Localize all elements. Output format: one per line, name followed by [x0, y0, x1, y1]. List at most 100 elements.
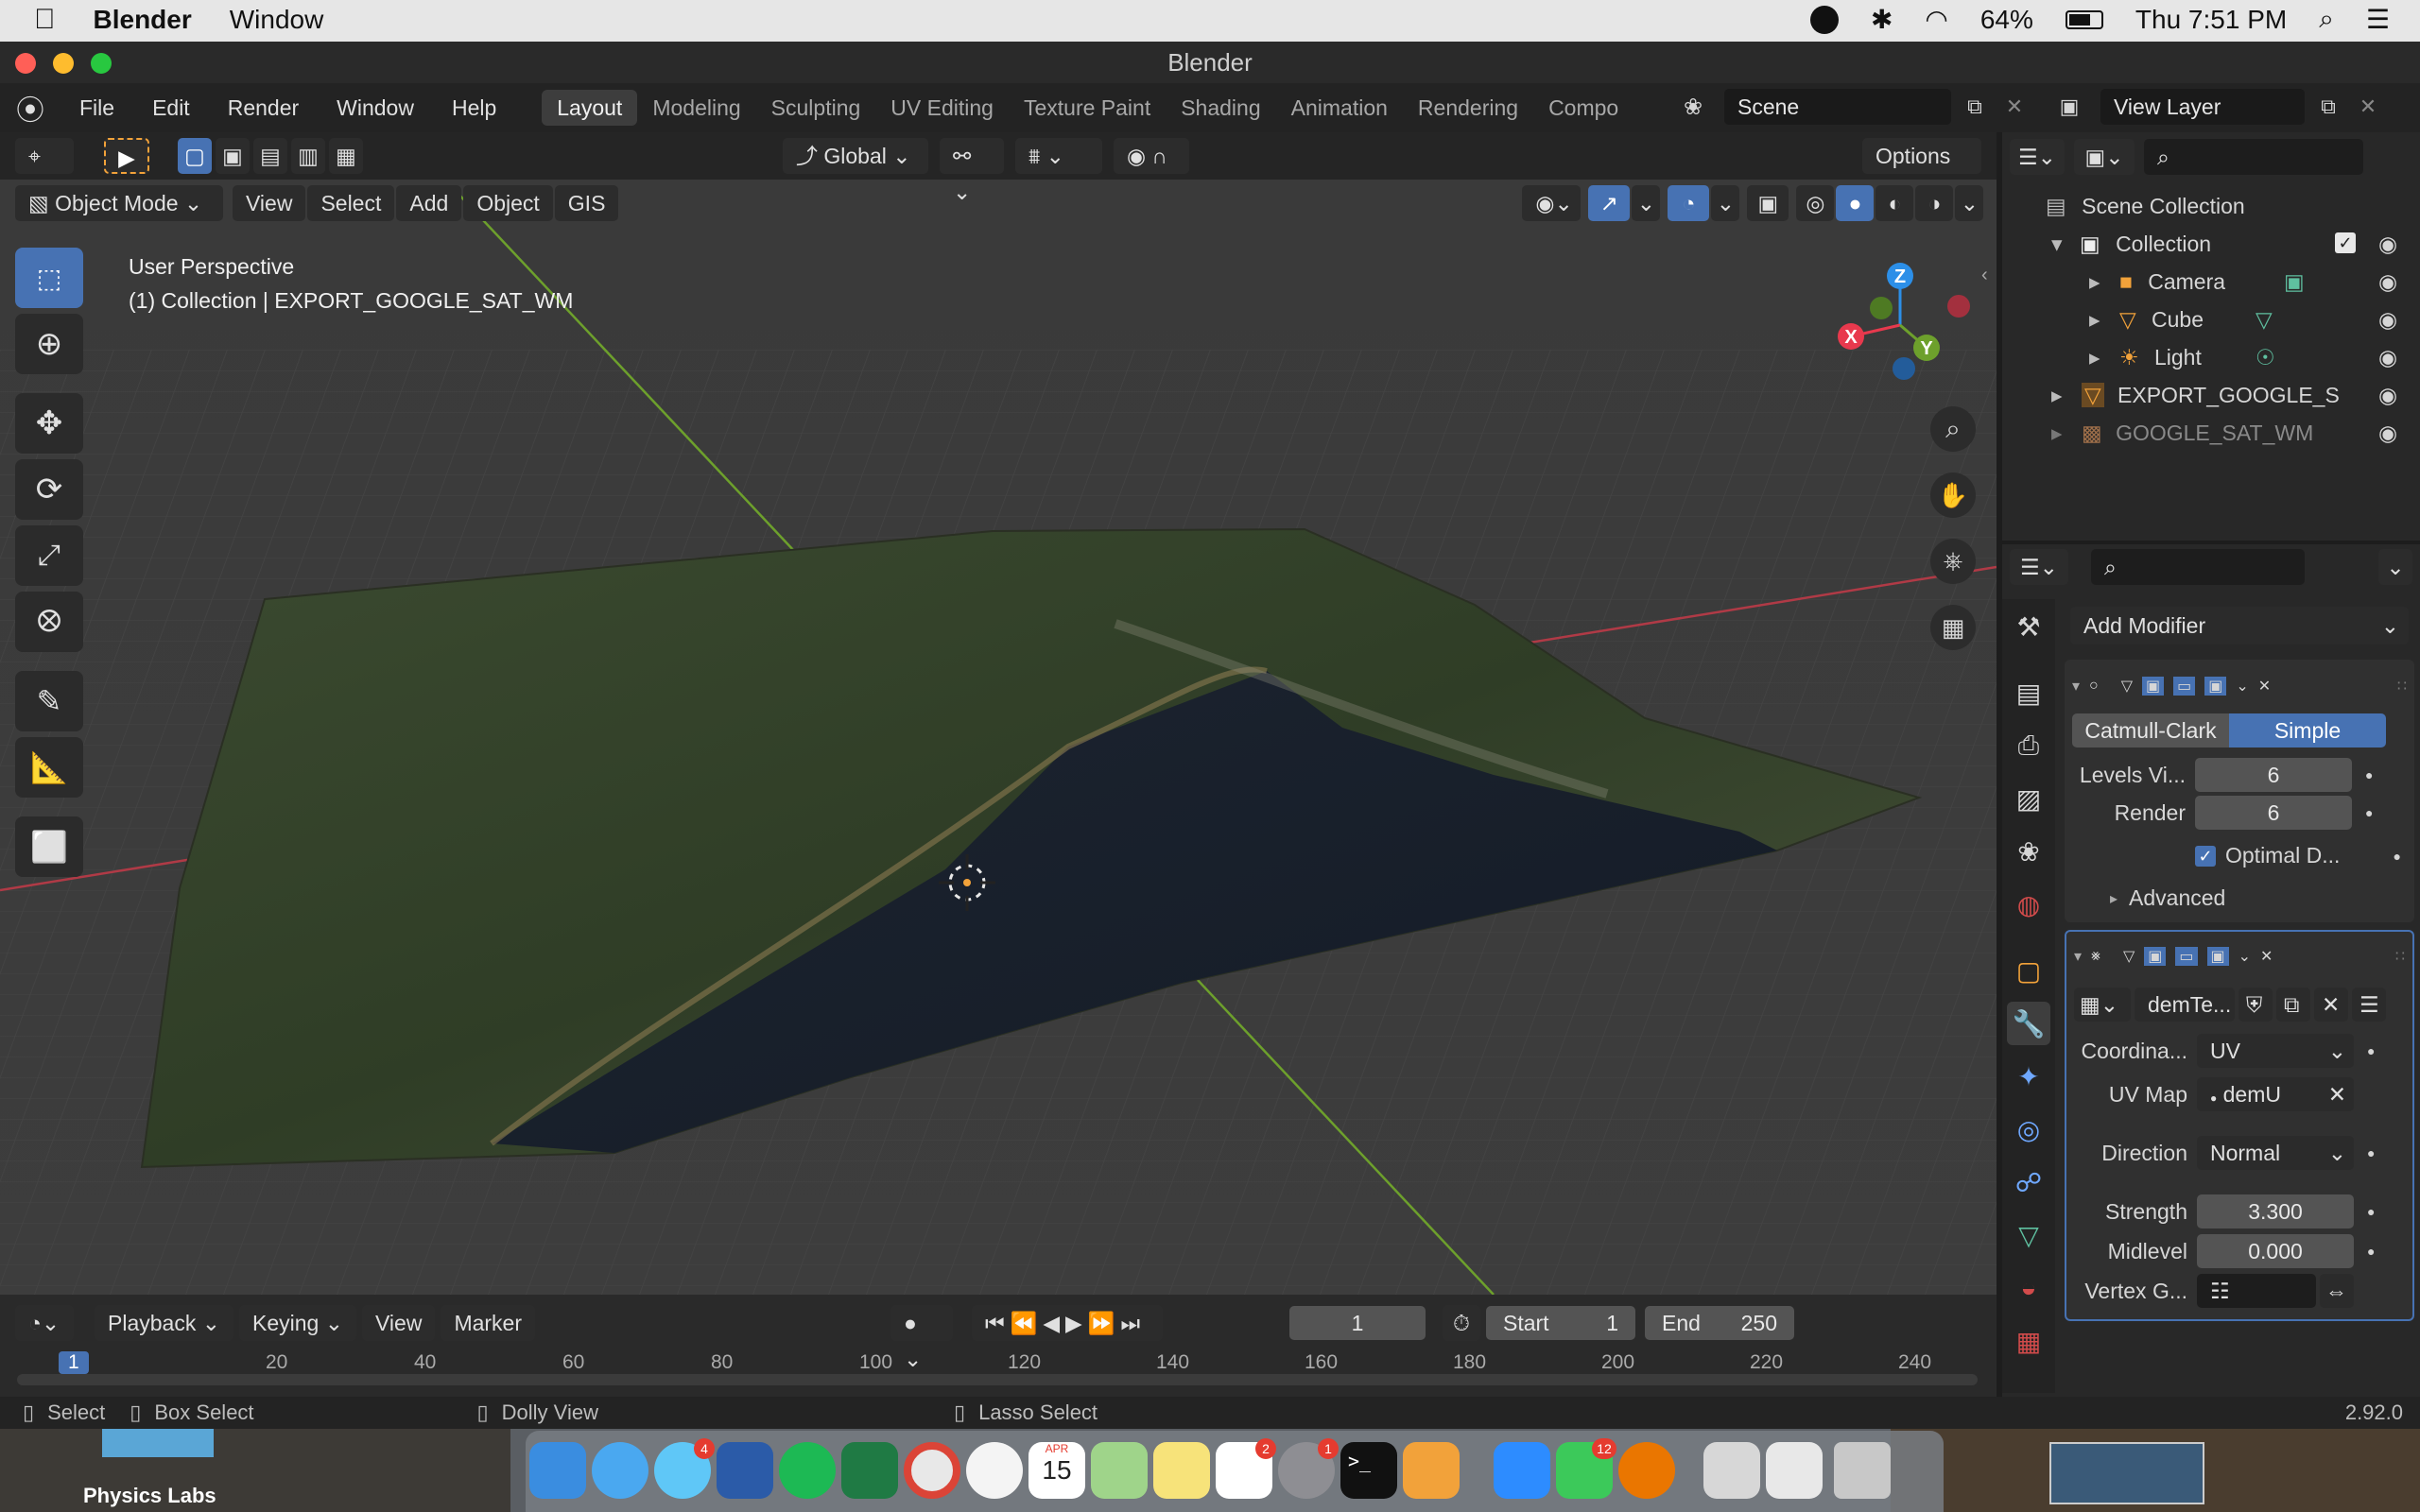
menu-select[interactable]: Select [307, 185, 395, 221]
excel-icon[interactable] [841, 1442, 898, 1499]
expand-arrow-icon[interactable]: ▸ [2051, 383, 2063, 407]
modifier-menu-icon[interactable]: ⌄ [2238, 947, 2251, 966]
eye-icon[interactable]: ◉ [2378, 263, 2397, 301]
object-tab-icon[interactable]: ▢ [2007, 949, 2050, 992]
blender-logo-icon[interactable]: ⦿ [0, 87, 60, 129]
playback-controls[interactable]: ⏮⏪◀▶⏩⏭ [972, 1305, 1163, 1341]
mac-menu-window[interactable]: Window [230, 5, 324, 35]
word-icon[interactable] [717, 1442, 773, 1499]
mac-app-name[interactable]: Blender [94, 5, 192, 35]
timeline-scrollbar[interactable] [17, 1374, 1978, 1385]
apple-icon[interactable]:  [34, 4, 56, 36]
modifier-menu-icon[interactable]: ⌄ [2236, 677, 2248, 696]
outliner-editor-type-icon[interactable]: ☰⌄ [2010, 139, 2065, 175]
particles-tab-icon[interactable]: ✦ [2007, 1055, 2050, 1098]
photos-icon[interactable] [966, 1442, 1023, 1499]
scene-icon[interactable]: ❀ [1669, 94, 1717, 121]
measure-tool-icon[interactable]: 📐 [15, 737, 83, 798]
expand-arrow-icon[interactable]: ▸ [2051, 421, 2063, 445]
viewport-toggle-icon[interactable]: ▭ [2173, 677, 2196, 696]
menu-help[interactable]: Help [433, 83, 515, 132]
viewport-toggle-icon[interactable]: ▭ [2175, 947, 2198, 966]
levels-viewport-field[interactable]: 6 [2195, 758, 2352, 792]
strength-field[interactable]: 3.300 [2197, 1194, 2354, 1228]
annotate-tool-icon[interactable]: ✎ [15, 671, 83, 731]
tab-sculpting[interactable]: Sculpting [756, 90, 876, 126]
select-invert-icon[interactable]: ▥ [291, 138, 325, 174]
expand-arrow-icon[interactable]: ▸ [2089, 345, 2100, 369]
menu-gis[interactable]: GIS [554, 185, 619, 221]
mesh-data-icon[interactable]: ▽ [2256, 301, 2273, 338]
remove-modifier-icon[interactable]: ✕ [2260, 947, 2273, 966]
visibility-icon[interactable]: ◉⌄ [1522, 185, 1582, 221]
texture-tab-icon[interactable]: ▦ [2007, 1319, 2050, 1363]
battery-percent[interactable]: 64% [1980, 5, 2033, 35]
pivot-point-icon[interactable]: ⚯ ⌄ [940, 138, 1004, 204]
mode-dropdown[interactable]: ▧ Object Mode ⌄ [15, 185, 223, 221]
control-center-icon[interactable]: ☰ [2366, 4, 2390, 35]
move-tool-icon[interactable]: ✥ [15, 393, 83, 454]
timeline-ruler[interactable]: 1 20 40 60 80 100 120 140 160 180 200 220 240 [13, 1351, 1985, 1387]
keyframe-dot-icon[interactable]: ● [2367, 1043, 2375, 1058]
eye-icon[interactable]: ◉ [2378, 225, 2397, 263]
texture-name-field[interactable]: demTe... [2135, 988, 2235, 1022]
expand-arrow-icon[interactable]: ▾ [2051, 232, 2063, 256]
safari-icon[interactable] [592, 1442, 648, 1499]
view-layer-icon[interactable]: ▣ [2046, 94, 2093, 119]
delete-view-layer-icon[interactable]: ✕ [2352, 94, 2384, 119]
cage-toggle-icon[interactable]: ▣ [2144, 947, 2167, 966]
collapse-arrow-icon[interactable]: ▾ [2072, 677, 2080, 696]
display-mode-icon[interactable]: ▣⌄ [2074, 139, 2135, 175]
current-frame-field[interactable]: 1 [1289, 1306, 1426, 1340]
finder-icon[interactable] [529, 1442, 586, 1499]
trash-icon[interactable] [1834, 1442, 1891, 1499]
reminders-icon[interactable]: 2 [1216, 1438, 1276, 1499]
editmode-toggle-icon[interactable]: ▽ [2123, 947, 2135, 966]
menu-keying[interactable]: Keying ⌄ [239, 1305, 356, 1341]
duplicate-texture-icon[interactable]: ⧉ [2276, 988, 2310, 1022]
midlevel-field[interactable]: 0.000 [2197, 1234, 2354, 1268]
eye-icon[interactable]: ◉ [2378, 338, 2397, 376]
expand-arrow-icon[interactable]: ▸ [2089, 307, 2100, 332]
3d-viewport[interactable]: ⌖ ▶ ▢ ▣ ▤ ▥ ▦ ⤴ Global ⌄ ⚯ ⌄ ⩩ ⌄ ◉ ∩ Opt… [0, 132, 1996, 1295]
battery-icon[interactable] [2065, 9, 2103, 29]
shading-rendered-icon[interactable]: ◑ [1915, 185, 1954, 221]
expand-arrow-icon[interactable]: ▸ [2089, 269, 2100, 294]
add-modifier-dropdown[interactable]: Add Modifier ⌄ [2070, 607, 2409, 644]
uv-map-field[interactable]: ● demU ✕ [2197, 1077, 2354, 1111]
tab-modeling[interactable]: Modeling [637, 90, 755, 126]
proportional-edit-icon[interactable]: ◉ ∩ [1114, 138, 1189, 174]
ortho-toggle-icon[interactable]: ▦ [1930, 605, 1976, 650]
wifi-icon[interactable]: ◠ [1925, 4, 1947, 35]
view-layer-selector[interactable]: View Layer [2100, 89, 2305, 125]
editor-type-icon[interactable]: ⌖ [15, 138, 74, 174]
maps-icon[interactable] [1091, 1442, 1148, 1499]
outliner-item-cube[interactable]: ▸ ▽ Cube ▽ ◉ [2002, 301, 2420, 338]
menu-file[interactable]: File [60, 83, 133, 132]
camera-view-icon[interactable]: ⎈ [1930, 539, 1976, 584]
clock[interactable]: Thu 7:51 PM [2135, 5, 2287, 35]
keyframe-dot-icon[interactable]: ● [2367, 1145, 2375, 1160]
spotify-icon[interactable] [779, 1442, 836, 1499]
documents-stack-icon[interactable] [1766, 1442, 1823, 1499]
select-extend-icon[interactable]: ▣ [216, 138, 250, 174]
texture-coordinates-dropdown[interactable]: UV ⌄ [2197, 1034, 2354, 1068]
render-toggle-icon[interactable]: ▣ [2206, 947, 2229, 966]
modifier-tab-icon[interactable]: 🔧 [2007, 1002, 2050, 1045]
select-box-tool-icon[interactable]: ⬚ [15, 248, 83, 308]
blender-dock-icon[interactable] [1618, 1442, 1675, 1499]
select-intersect-icon[interactable]: ▦ [329, 138, 363, 174]
tab-compositing[interactable]: Compo [1533, 90, 1634, 126]
zoom-icon[interactable] [1494, 1442, 1550, 1499]
keyframe-dot-icon[interactable]: ● [2394, 849, 2401, 864]
properties-editor-type-icon[interactable]: ☰⌄ [2010, 549, 2068, 585]
fake-user-icon[interactable]: ⛨ [2238, 988, 2273, 1022]
outliner-item-google[interactable]: ▸ ▩ GOOGLE_SAT_WM ◉ [2002, 414, 2420, 452]
shading-material-icon[interactable]: ◐ [1876, 185, 1914, 221]
tab-layout[interactable]: Layout [542, 90, 638, 126]
drag-handle-icon[interactable]: ∷ [2397, 677, 2407, 696]
world-tab-icon[interactable]: ◍ [2007, 883, 2050, 926]
gizmo-dropdown-icon[interactable]: ⌄ [1632, 185, 1661, 221]
shading-solid-icon[interactable]: ● [1836, 185, 1875, 221]
sidebar-toggle-icon[interactable]: ‹ [1981, 265, 1988, 286]
